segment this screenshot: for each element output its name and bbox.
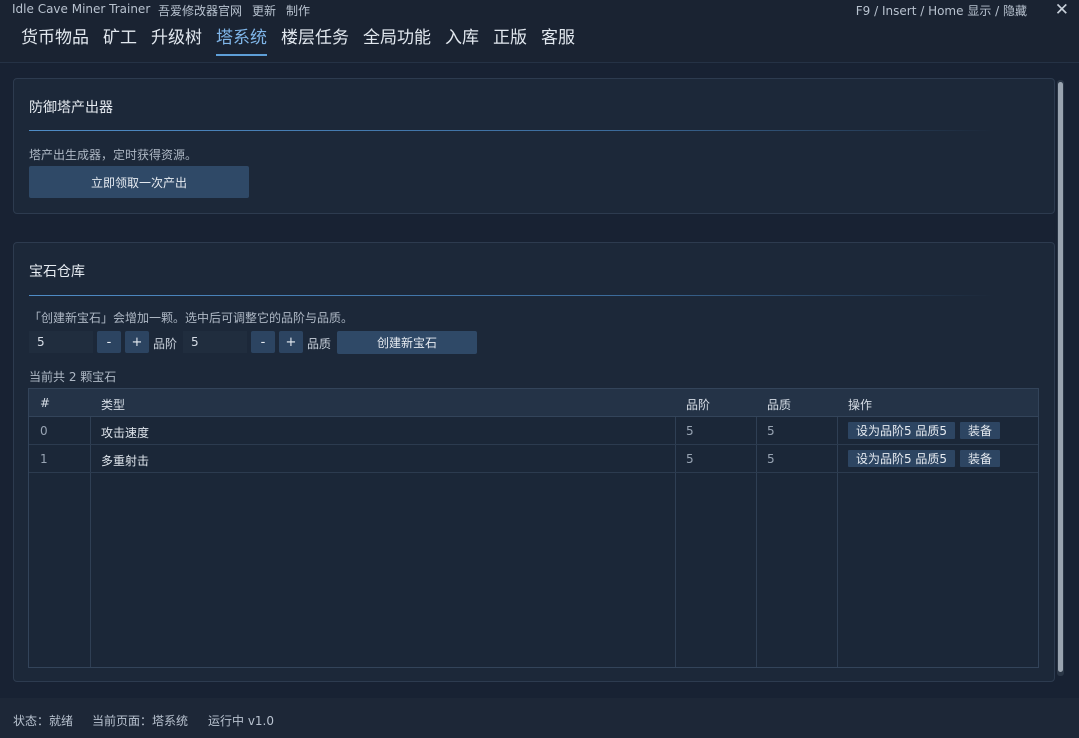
close-icon[interactable]: ✕ [1055, 0, 1069, 20]
vertical-scrollbar[interactable] [1057, 80, 1064, 676]
row-type: 攻击速度 [101, 426, 150, 440]
tower-producer-title: 防御塔产出器 [29, 100, 113, 116]
main-nav: 货币物品 矿工 升级树 塔系统 楼层任务 全局功能 入库 正版 客服 [14, 26, 582, 56]
tower-producer-description: 塔产出生成器，定时获得资源。 [29, 148, 198, 162]
status-bar: 状态：就绪 当前页面：塔系统 运行中 v1.0 [0, 698, 1079, 738]
header-quality: 品质 [767, 398, 792, 412]
tab-floor-tasks[interactable]: 楼层任务 [274, 26, 356, 54]
title-links: 吾爱修改器官网 更新 制作 [158, 2, 320, 19]
row-index: 0 [40, 424, 48, 438]
quality-label: 品质 [307, 337, 332, 351]
tower-producer-card: 防御塔产出器 塔产出生成器，定时获得资源。 立即领取一次产出 [13, 78, 1055, 214]
tab-support[interactable]: 客服 [534, 26, 582, 54]
tier-increment-button[interactable]: + [125, 331, 149, 353]
running-version-text: 运行中 v1.0 [208, 714, 275, 728]
tab-genuine[interactable]: 正版 [486, 26, 534, 54]
tab-miners[interactable]: 矿工 [96, 26, 144, 54]
tier-input[interactable] [29, 331, 93, 353]
gem-table: # 类型 品阶 品质 操作 0 攻击速度 5 5 设为品阶5 品质5 装备 1 … [28, 388, 1039, 668]
row-type: 多重射击 [101, 454, 150, 468]
tab-storage[interactable]: 入库 [438, 26, 486, 54]
current-page-text: 当前页面：塔系统 [92, 714, 189, 728]
official-site-link[interactable]: 吾爱修改器官网 [158, 4, 242, 18]
scrollbar-thumb[interactable] [1058, 82, 1063, 672]
tab-global-functions[interactable]: 全局功能 [356, 26, 438, 54]
gem-storage-description: 「创建新宝石」会增加一颗。选中后可调整它的品阶与品质。 [29, 311, 354, 325]
hotkey-hint: F9 / Insert / Home 显示 / 隐藏 [855, 4, 1027, 18]
table-header: # 类型 品阶 品质 操作 [29, 389, 1038, 417]
header-index: # [40, 396, 51, 410]
row-tier: 5 [686, 452, 694, 466]
tier-decrement-button[interactable]: - [97, 331, 121, 353]
app-title: Idle Cave Miner Trainer [12, 2, 151, 16]
create-gem-button[interactable]: 创建新宝石 [337, 331, 477, 354]
table-row[interactable]: 0 攻击速度 5 5 设为品阶5 品质5 装备 [29, 417, 1038, 445]
set-tier-quality-button[interactable]: 设为品阶5 品质5 [848, 450, 955, 467]
gem-count: 当前共 2 颗宝石 [29, 370, 117, 384]
row-quality: 5 [767, 452, 775, 466]
tab-upgrade-tree[interactable]: 升级树 [144, 26, 209, 54]
equip-button[interactable]: 装备 [960, 422, 1000, 439]
equip-button[interactable]: 装备 [960, 450, 1000, 467]
tab-currency-items[interactable]: 货币物品 [14, 26, 96, 54]
tier-label: 品阶 [153, 337, 178, 351]
collect-output-button[interactable]: 立即领取一次产出 [29, 166, 249, 198]
set-tier-quality-button[interactable]: 设为品阶5 品质5 [848, 422, 955, 439]
update-link[interactable]: 更新 [252, 4, 276, 18]
header-type: 类型 [101, 398, 126, 412]
row-index: 1 [40, 452, 48, 466]
gem-storage-title: 宝石仓库 [29, 264, 85, 280]
status-text: 状态：就绪 [13, 714, 74, 728]
row-quality: 5 [767, 424, 775, 438]
table-row[interactable]: 1 多重射击 5 5 设为品阶5 品质5 装备 [29, 445, 1038, 473]
quality-increment-button[interactable]: + [279, 331, 303, 353]
row-tier: 5 [686, 424, 694, 438]
credits-link[interactable]: 制作 [286, 4, 310, 18]
quality-input[interactable] [183, 331, 247, 353]
title-bar: Idle Cave Miner Trainer 吾爱修改器官网 更新 制作 F9 /… [0, 0, 1079, 20]
tower-producer-divider [29, 130, 994, 131]
gem-storage-divider [29, 295, 994, 296]
tab-tower-system[interactable]: 塔系统 [209, 26, 274, 56]
quality-decrement-button[interactable]: - [251, 331, 275, 353]
header-actions: 操作 [848, 398, 873, 412]
header-tier: 品阶 [686, 398, 711, 412]
